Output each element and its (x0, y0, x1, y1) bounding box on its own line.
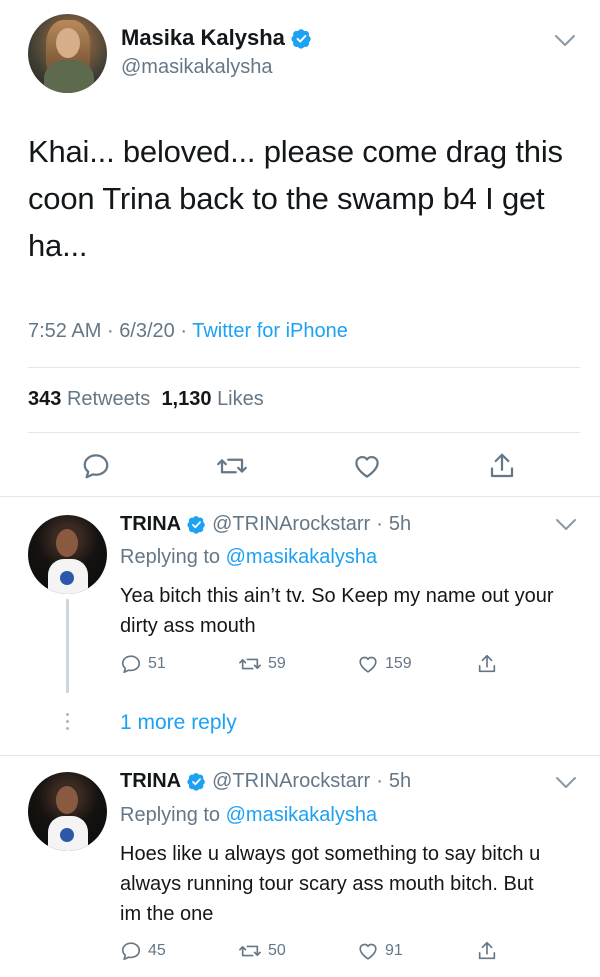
tweet-source-link[interactable]: Twitter for iPhone (192, 320, 348, 342)
share-icon[interactable] (487, 451, 517, 481)
retweet-button[interactable]: 50 (238, 940, 286, 962)
like-count[interactable]: 1,130 (161, 388, 211, 410)
replying-to: Replying to @masikakalysha (120, 804, 377, 827)
reply-text: Yea bitch this ain’t tv. So Keep my name… (120, 585, 554, 637)
like-button[interactable]: 91 (357, 940, 403, 962)
tweet-date: 6/3/20 (119, 320, 175, 342)
reply-count: 51 (148, 655, 166, 672)
retweet-icon (239, 945, 261, 957)
share-icon (478, 941, 496, 960)
replying-to-label: Replying to (120, 546, 221, 568)
share-button[interactable] (476, 653, 498, 675)
retweet-count: 50 (268, 942, 286, 959)
retweet-icon (239, 658, 261, 670)
verified-badge-icon (187, 516, 205, 534)
author-name[interactable]: Masika Kalysha (121, 25, 285, 51)
divider (28, 367, 580, 368)
reply-author-handle[interactable]: @TRINArockstarr (212, 770, 370, 793)
author-name-row[interactable]: Masika Kalysha (121, 25, 312, 51)
reply-author-name[interactable]: TRINA (120, 513, 181, 536)
tweet-meta: 7:52 AM · 6/3/20 · Twitter for iPhone (28, 320, 348, 343)
reply-text: Hoes like u always got something to say … (120, 843, 541, 925)
like-count: 159 (385, 655, 412, 672)
replying-to-handle[interactable]: @masikakalysha (226, 546, 377, 568)
reply-author-name[interactable]: TRINA (120, 770, 181, 793)
replying-to-handle[interactable]: @masikakalysha (226, 804, 377, 826)
chevron-down-icon[interactable] (555, 518, 577, 532)
replying-to-label: Replying to (120, 804, 221, 826)
like-icon (359, 943, 377, 960)
retweet-count[interactable]: 343 (28, 388, 61, 410)
like-button[interactable]: 159 (357, 653, 412, 675)
reply-count: 45 (148, 942, 166, 959)
meta-separator: · (106, 320, 114, 342)
replying-to: Replying to @masikakalysha (120, 546, 377, 569)
like-icon[interactable] (352, 451, 382, 481)
reply-icon[interactable] (81, 451, 111, 481)
reply-tweet[interactable]: TRINA @TRINArockstarr · 5h Replying to @… (0, 756, 600, 977)
reply-button[interactable]: 51 (120, 653, 166, 675)
retweet-count: 59 (268, 655, 286, 672)
avatar[interactable] (28, 772, 107, 851)
reply-author-handle[interactable]: @TRINArockstarr (212, 513, 370, 536)
reply-age: 5h (388, 770, 412, 792)
reply-header[interactable]: TRINA @TRINArockstarr · 5h (120, 770, 411, 793)
thread-line (66, 599, 69, 693)
likes-label[interactable]: Likes (217, 388, 264, 410)
reply-header[interactable]: TRINA @TRINArockstarr · 5h (120, 513, 411, 536)
main-tweet: Masika Kalysha @masikakalysha Khai... be… (0, 0, 600, 497)
like-icon (359, 656, 377, 673)
reply-tweet[interactable]: TRINA @TRINArockstarr · 5h Replying to @… (0, 497, 600, 755)
avatar[interactable] (28, 515, 107, 594)
reply-icon (121, 655, 141, 674)
tweet-time: 7:52 AM (28, 320, 102, 342)
thread-dots (64, 713, 70, 734)
retweets-label[interactable]: Retweets (67, 388, 150, 410)
tweet-text: Khai... beloved... please come drag this… (28, 134, 563, 263)
reply-button[interactable]: 45 (120, 940, 166, 962)
meta-separator: · (180, 320, 188, 342)
chevron-down-icon[interactable] (555, 776, 577, 790)
verified-badge-icon (291, 28, 311, 49)
reply-age: 5h (388, 513, 412, 535)
reply-icon (121, 942, 141, 961)
verified-badge-icon (187, 773, 205, 791)
meta-separator: · (376, 770, 383, 792)
chevron-down-icon[interactable] (554, 34, 576, 48)
divider (28, 432, 580, 433)
avatar[interactable] (28, 14, 107, 93)
retweet-button[interactable]: 59 (238, 653, 286, 675)
meta-separator: · (376, 513, 383, 535)
share-button[interactable] (476, 940, 498, 962)
retweet-icon[interactable] (217, 451, 247, 481)
author-handle[interactable]: @masikakalysha (121, 56, 272, 79)
show-more-replies-link[interactable]: 1 more reply (120, 711, 237, 735)
like-count: 91 (385, 942, 403, 959)
tweet-stats: 343 Retweets 1,130 Likes (28, 388, 264, 411)
share-icon (478, 654, 496, 673)
